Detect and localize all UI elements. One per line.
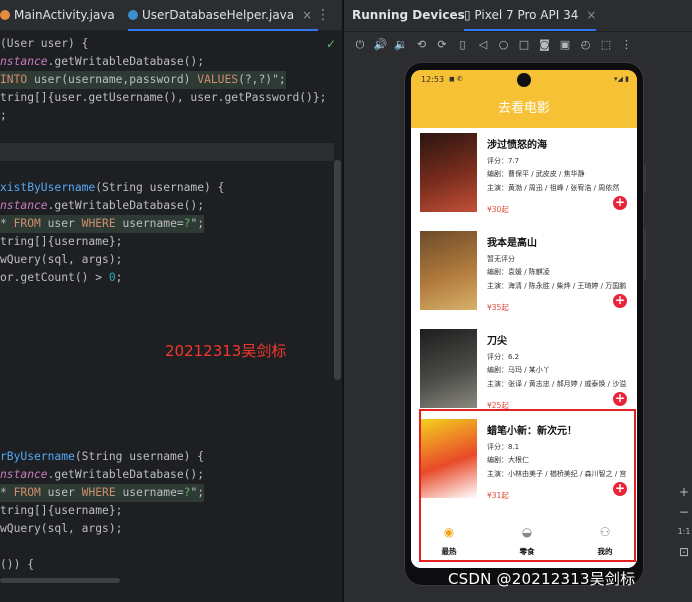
java-class-icon <box>128 10 138 20</box>
tab-pixel-7-pro[interactable]: ▯ Pixel 7 Pro API 34 × <box>464 0 597 31</box>
add-to-cart-button[interactable]: + <box>613 196 627 210</box>
movie-cast: 主演：黄渤 / 周迅 / 祖峰 / 张宥浩 / 周依然 <box>487 184 620 192</box>
panel-title: Running Devices <box>352 8 465 22</box>
screenshot-icon[interactable]: ◙ <box>537 36 553 54</box>
movie-item[interactable]: 我本是高山暂无评分编剧：袁媛 / 陈麒凌主演：海清 / 陈永胜 / 柴烨 / 王… <box>411 226 637 322</box>
code-editor[interactable]: MainActivity.java UserDatabaseHelper.jav… <box>0 0 342 602</box>
power-icon[interactable]: ⏻ <box>352 36 368 54</box>
rotate-left-icon[interactable]: ⟲ <box>414 36 430 54</box>
actual-size-icon[interactable]: 1:1 <box>676 522 692 542</box>
code-line[interactable]: (User user) { <box>0 35 88 53</box>
more-tabs-icon[interactable]: ⋮ <box>316 0 330 31</box>
code-line[interactable]: nstance.getWritableDatabase(); <box>0 197 204 215</box>
movie-price: ¥30起 <box>487 205 509 214</box>
highlight-box <box>419 409 636 562</box>
code-line[interactable]: nstance.getWritableDatabase(); <box>0 466 204 484</box>
volume-up-icon[interactable]: 🔊 <box>373 36 389 54</box>
code-line[interactable]: wQuery(sql, args); <box>0 520 122 538</box>
tab-label: MainActivity.java <box>14 8 115 22</box>
more-icon[interactable]: ⋮ <box>619 36 635 54</box>
movie-price: ¥35起 <box>487 303 509 312</box>
zoom-in-icon[interactable]: + <box>676 482 692 502</box>
rotate-right-icon[interactable]: ⟳ <box>434 36 450 54</box>
movie-item[interactable]: 刀尖评分：6.2 编剧：马玛 / 某小丫主演：张译 / 黄志忠 / 郝月婷 / 戚… <box>411 324 637 420</box>
movie-item[interactable]: 涉过愤怒的海 评分：7.7 编剧：曹保平 / 武皮皮 / 焦华静主演：黄渤 / 周迅… <box>411 128 637 224</box>
no-problems-check-icon: ✓ <box>326 37 337 51</box>
movie-poster[interactable] <box>420 329 477 408</box>
back-icon[interactable]: ◁ <box>475 36 491 54</box>
close-icon[interactable]: × <box>302 8 312 22</box>
code-line[interactable]: rByUsername(String username) { <box>0 448 204 466</box>
movie-cast: 主演：张译 / 黄志忠 / 郝月婷 / 戚泰焕 / 沙溢 <box>487 380 627 388</box>
code-line[interactable]: tring[]{user.getUsername(), user.getPass… <box>0 89 326 107</box>
movie-title: 我本是高山 <box>487 238 537 249</box>
zoom-out-icon[interactable]: − <box>676 502 692 522</box>
movie-title: 刀尖 <box>487 336 507 347</box>
tab-label: UserDatabaseHelper.java <box>142 8 295 22</box>
fold-icon[interactable]: ▯ <box>455 36 471 54</box>
phone-power-button <box>643 165 646 193</box>
movie-cast: 主演：海清 / 陈永胜 / 柴烨 / 王琦婷 / 万国鹏 <box>487 282 627 290</box>
add-to-cart-button[interactable]: + <box>613 294 627 308</box>
volume-down-icon[interactable]: 🔉 <box>393 36 409 54</box>
code-line[interactable]: nstance.getWritableDatabase(); <box>0 53 204 71</box>
java-file-icon <box>0 10 10 20</box>
movie-writers: 编剧：马玛 / 某小丫 <box>487 366 550 374</box>
add-to-cart-button[interactable]: + <box>613 392 627 406</box>
zoom-toolbar: + −1:1 ⊡ <box>676 482 692 562</box>
code-line[interactable]: ; <box>0 107 7 125</box>
phone-device-icon: ▯ <box>464 8 475 22</box>
movie-rating: 评分：6.2 <box>487 353 520 361</box>
movie-title: 涉过愤怒的海 <box>487 140 547 151</box>
home-icon[interactable]: ○ <box>496 36 512 54</box>
phone-volume-button <box>643 230 646 280</box>
signal-battery-icons: ▾◢ ▮ <box>614 75 629 83</box>
device-toolbar: ⏻ 🔊 🔉 ⟲ ⟳ ▯ ◁ ○ □ ◙ ▣ ◴ ⬚ ⋮ <box>344 36 692 56</box>
movie-rating: 评分：7.7 <box>487 157 520 165</box>
close-icon[interactable]: × <box>586 8 596 22</box>
movie-writers: 编剧：曹保平 / 武皮皮 / 焦华静 <box>487 170 585 178</box>
code-line[interactable]: * FROM user WHERE username=?"; <box>0 215 205 233</box>
vertical-scrollbar[interactable] <box>334 160 341 380</box>
status-bar: 12:53 ◼ ✆ ▾◢ ▮ <box>411 70 637 90</box>
camera-cutout <box>517 73 531 87</box>
movie-poster[interactable] <box>420 231 477 310</box>
editor-tab-bar: MainActivity.java UserDatabaseHelper.jav… <box>0 0 342 31</box>
code-line[interactable]: tring[]{username}; <box>0 502 122 520</box>
author-overlay-text: 20212313吴剑标 <box>165 342 287 360</box>
device-tab-label: Pixel 7 Pro API 34 <box>474 8 579 22</box>
method-separator <box>0 143 334 161</box>
movie-writers: 编剧：袁媛 / 陈麒凌 <box>487 268 550 276</box>
code-line[interactable]: wQuery(sql, args); <box>0 251 122 269</box>
movie-rating: 暂无评分 <box>487 255 515 263</box>
extended-controls-icon[interactable]: ⬚ <box>598 36 614 54</box>
overview-icon[interactable]: □ <box>516 36 532 54</box>
status-time: 12:53 <box>421 75 445 84</box>
code-line[interactable]: xistByUsername(String username) { <box>0 179 224 197</box>
movie-poster[interactable] <box>420 133 477 212</box>
csdn-watermark: CSDN @20212313吴剑标 <box>448 570 636 588</box>
notification-icons: ◼ ✆ <box>449 75 463 83</box>
record-icon[interactable]: ▣ <box>557 36 573 54</box>
code-line[interactable]: or.getCount() > 0; <box>0 269 122 287</box>
fit-screen-icon[interactable]: ⊡ <box>676 542 692 562</box>
app-bar: 去看电影 <box>411 90 637 128</box>
code-line[interactable]: tring[]{username}; <box>0 233 122 251</box>
app-title: 去看电影 <box>497 101 550 116</box>
code-line[interactable]: INTO user(username,password) VALUES(?,?)… <box>0 71 286 89</box>
code-line[interactable]: ()) { <box>0 556 34 574</box>
tab-user-database-helper[interactable]: UserDatabaseHelper.java × <box>128 0 319 31</box>
code-line[interactable]: * FROM user WHERE username=?"; <box>0 484 205 502</box>
horizontal-scrollbar[interactable] <box>0 578 120 583</box>
snapshot-icon[interactable]: ◴ <box>578 36 594 54</box>
running-devices-header: Running Devices ▯ Pixel 7 Pro API 34 × <box>344 0 692 32</box>
tab-main-activity[interactable]: MainActivity.java <box>0 0 115 31</box>
